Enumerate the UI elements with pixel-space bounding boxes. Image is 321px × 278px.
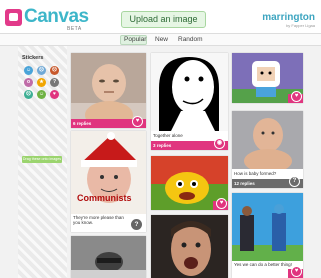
reply-count: 12 replies (234, 181, 255, 186)
post-footer: ♥ (288, 91, 303, 103)
post-caption: Together alone (153, 133, 183, 138)
question-sticker-icon[interactable]: ? (289, 176, 300, 187)
sad-sticker-icon[interactable]: ☹ (37, 66, 46, 75)
post-card[interactable]: Together alone 3 replies ◉ (151, 53, 228, 150)
question-sticker-icon[interactable]: ? (131, 219, 142, 230)
post-caption: Yes we can do a better thing! (234, 262, 292, 267)
post-image (151, 215, 228, 278)
upload-image-button[interactable]: Upload an image (121, 11, 206, 28)
sticker-sidebar: Stickers ☺ ☹ ☹ o ★? ☹ ☺ ♥ Drag these onto image… (18, 46, 67, 278)
post-card[interactable] (71, 236, 146, 278)
canvas-logo-icon (5, 9, 22, 26)
heart-sticker-icon[interactable]: ♥ (291, 266, 302, 277)
user-menu[interactable]: marrington by Fapper Ligaa (262, 12, 315, 28)
cry-sticker-icon[interactable]: ☹ (24, 90, 33, 99)
post-card[interactable]: How is baby formed? 12 replies ? (232, 111, 303, 188)
post-caption: How is baby formed? (234, 171, 277, 176)
post-caption: They're more please than you know. (73, 215, 124, 225)
logo[interactable]: Canvas BETA (5, 6, 89, 32)
stickers-heading: Stickers (22, 55, 44, 61)
heart-sticker-icon[interactable]: ♥ (216, 198, 227, 209)
top-bar: Canvas BETA Upload an image marrington b… (0, 0, 321, 33)
post-footer: 3 replies ◉ (151, 138, 228, 150)
post-card[interactable] (151, 215, 228, 278)
post-footer: ♥ (213, 198, 228, 210)
sort-tabs: Popular New Random (0, 33, 321, 46)
beta-label: BETA (67, 26, 82, 32)
star-sticker-icon[interactable]: ★ (37, 78, 46, 87)
post-card[interactable]: ♥ (232, 53, 303, 103)
post-image (232, 193, 303, 261)
question-sticker-icon[interactable]: ? (50, 78, 59, 87)
reply-count: 3 replies (153, 143, 172, 148)
username: marrington (262, 12, 315, 23)
post-card[interactable]: ♥ (151, 156, 228, 210)
post-card[interactable]: Communists They're more please than you … (71, 131, 146, 232)
post-image (71, 236, 146, 278)
post-card[interactable]: 6 replies ♥ (71, 53, 146, 128)
post-image (232, 111, 303, 169)
overlay-text: Communists (77, 193, 132, 203)
post-footer: ♥ (288, 266, 303, 278)
tab-popular[interactable]: Popular (120, 35, 147, 45)
logo-text: Canvas (24, 6, 89, 27)
smiley-sticker-icon[interactable]: ☺ (24, 66, 33, 75)
post-image (151, 53, 228, 131)
heart-sticker-icon[interactable]: ♥ (132, 116, 143, 127)
post-footer: 12 replies ? (232, 176, 303, 188)
heart-sticker-icon[interactable]: ♥ (291, 91, 302, 102)
reply-count: 6 replies (73, 121, 92, 126)
wow-sticker-icon[interactable]: o (24, 78, 33, 87)
post-card[interactable]: Yes we can do a better thing! ♥ (232, 193, 303, 278)
drag-tip: Drag these onto images (22, 156, 62, 163)
user-subtitle: by Fapper Ligaa (286, 23, 315, 28)
angry-sticker-icon[interactable]: ☹ (50, 66, 59, 75)
lol-sticker-icon[interactable]: ☺ (37, 90, 46, 99)
sticker-badge-icon[interactable]: ◉ (214, 138, 225, 149)
post-footer: 6 replies ♥ (71, 116, 146, 128)
tab-random[interactable]: Random (175, 35, 204, 45)
heart-sticker-icon[interactable]: ♥ (50, 90, 59, 99)
tab-new[interactable]: New (152, 35, 170, 45)
